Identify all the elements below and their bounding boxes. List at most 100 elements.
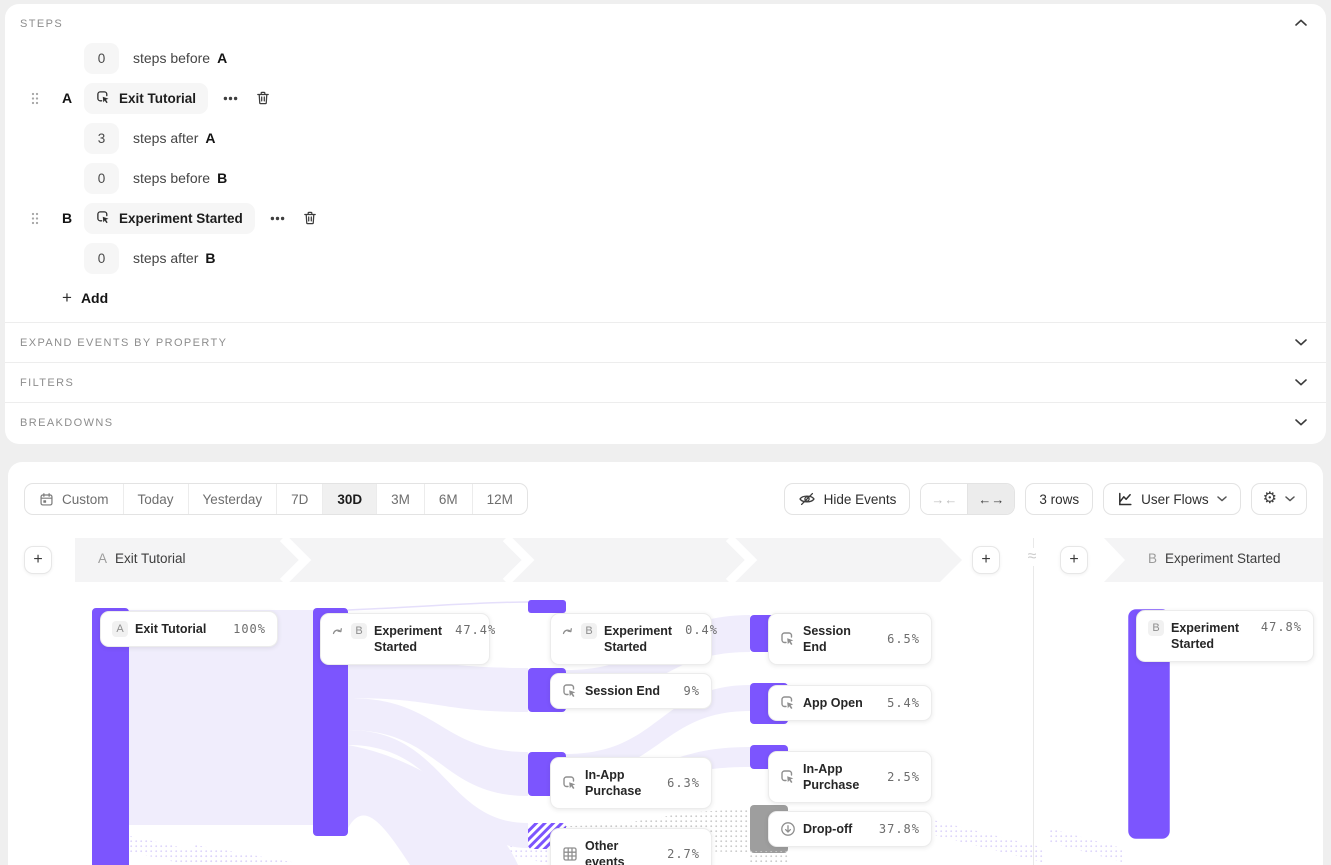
drag-handle-icon[interactable] bbox=[31, 92, 39, 105]
steps-before-b-count-input[interactable] bbox=[84, 163, 119, 194]
range-label: 12M bbox=[487, 492, 513, 507]
step-a-more-options-icon[interactable] bbox=[223, 96, 238, 101]
node-card-in-app-purchase-25[interactable]: In-App Purchase 2.5% bbox=[768, 751, 932, 803]
steps-before-a-count-input[interactable] bbox=[84, 43, 119, 74]
collapse-columns-button[interactable]: →← bbox=[921, 484, 967, 514]
steps-after-a-count-input[interactable] bbox=[84, 123, 119, 154]
node-label: Other events bbox=[585, 838, 654, 865]
node-card-experiment-started-47[interactable]: B Experiment Started 47.4% bbox=[320, 613, 490, 665]
steps-after-a-label: steps after bbox=[133, 130, 198, 146]
range-6m[interactable]: 6M bbox=[424, 484, 472, 514]
event-click-icon bbox=[780, 695, 796, 711]
step-a-event-pill[interactable]: Exit Tutorial bbox=[84, 83, 208, 114]
node-card-other-events[interactable]: Other events 2.7% bbox=[550, 828, 712, 865]
node-card-session-end-65[interactable]: Session End 6.5% bbox=[768, 613, 932, 665]
range-30d-selected[interactable]: 30D bbox=[322, 484, 376, 514]
steps-after-b-row: steps after B bbox=[5, 238, 1326, 278]
add-step-button[interactable]: + Add bbox=[5, 278, 1326, 318]
step-b-more-options-icon[interactable] bbox=[270, 216, 285, 221]
faded-flow-stream bbox=[925, 818, 1045, 863]
range-label: Custom bbox=[62, 492, 109, 507]
gear-icon: ⚙ bbox=[1263, 491, 1277, 507]
node-percent: 100% bbox=[227, 622, 266, 636]
event-click-icon bbox=[96, 210, 111, 225]
node-percent: 47.4% bbox=[449, 623, 496, 637]
step-letter-badge: B bbox=[581, 623, 597, 639]
expand-columns-button[interactable]: ←→ bbox=[967, 484, 1014, 514]
section-breakdowns[interactable]: BREAKDOWNS bbox=[5, 402, 1326, 442]
add-column-middle-left-button[interactable]: + bbox=[972, 546, 1000, 574]
section-label: EXPAND EVENTS BY PROPERTY bbox=[20, 337, 227, 349]
node-card-experiment-started-478[interactable]: B Experiment Started 47.8% bbox=[1136, 610, 1314, 662]
range-12m[interactable]: 12M bbox=[472, 484, 527, 514]
step-b-row: B Experiment Started bbox=[5, 198, 1326, 238]
range-custom[interactable]: Custom bbox=[25, 484, 123, 514]
chart-toolbar-right: Hide Events →← ←→ 3 rows User Flows ⚙ bbox=[784, 483, 1307, 515]
step-b-delete-icon[interactable] bbox=[302, 210, 318, 226]
step-letter-badge: B bbox=[351, 623, 367, 639]
steps-before-a-row: steps before A bbox=[5, 38, 1326, 78]
settings-dropdown[interactable]: ⚙ bbox=[1251, 483, 1307, 515]
steps-panel-title: STEPS bbox=[20, 18, 63, 30]
section-filters[interactable]: FILTERS bbox=[5, 362, 1326, 402]
event-click-icon bbox=[562, 775, 578, 791]
repeat-arrow-icon bbox=[562, 622, 574, 636]
range-today[interactable]: Today bbox=[123, 484, 188, 514]
node-card-in-app-purchase-63[interactable]: In-App Purchase 6.3% bbox=[550, 757, 712, 809]
steps-after-a-ref: A bbox=[205, 130, 215, 146]
node-card-session-end-9[interactable]: Session End 9% bbox=[550, 673, 712, 709]
chevron-down-icon bbox=[1217, 496, 1227, 502]
faded-flow-stream bbox=[195, 845, 360, 865]
step-b-event-pill[interactable]: Experiment Started bbox=[84, 203, 255, 234]
node-percent: 47.8% bbox=[1255, 620, 1302, 634]
step-letter: B bbox=[1148, 551, 1157, 566]
step-letter: A bbox=[98, 551, 107, 566]
step-b-banner-label: B Experiment Started bbox=[1148, 551, 1281, 566]
node-label: In-App Purchase bbox=[803, 761, 874, 793]
hide-events-button[interactable]: Hide Events bbox=[784, 483, 911, 515]
node-card-experiment-started-04[interactable]: B Experiment Started 0.4% bbox=[550, 613, 712, 665]
hide-events-label: Hide Events bbox=[824, 492, 897, 507]
drag-handle-icon[interactable] bbox=[31, 212, 39, 225]
node-card-exit-tutorial[interactable]: A Exit Tutorial 100% bbox=[100, 611, 278, 647]
event-click-icon bbox=[96, 90, 111, 105]
step-a-banner bbox=[72, 538, 964, 582]
view-selector-dropdown[interactable]: User Flows bbox=[1103, 483, 1241, 515]
add-column-left-button[interactable]: + bbox=[24, 546, 52, 574]
grid-icon bbox=[562, 846, 578, 862]
node-label: Experiment Started bbox=[1171, 620, 1248, 652]
node-card-drop-off[interactable]: Drop-off 37.8% bbox=[768, 811, 932, 847]
rows-count-button[interactable]: 3 rows bbox=[1025, 483, 1093, 515]
range-7d[interactable]: 7D bbox=[276, 484, 322, 514]
node-percent: 0.4% bbox=[679, 623, 718, 637]
range-3m[interactable]: 3M bbox=[376, 484, 424, 514]
range-yesterday[interactable]: Yesterday bbox=[188, 484, 277, 514]
step-a-row: A Exit Tutorial bbox=[5, 78, 1326, 118]
step-event-name: Exit Tutorial bbox=[115, 551, 186, 566]
chevron-down-icon bbox=[1295, 379, 1307, 386]
view-selector-label: User Flows bbox=[1141, 492, 1209, 507]
node-label: In-App Purchase bbox=[585, 767, 654, 799]
collapsed-sections: EXPAND EVENTS BY PROPERTY FILTERS BREAKD… bbox=[5, 322, 1326, 442]
step-a-delete-icon[interactable] bbox=[255, 90, 271, 106]
plus-icon: + bbox=[62, 288, 72, 308]
eye-off-icon bbox=[798, 490, 816, 508]
line-chart-icon bbox=[1117, 491, 1133, 507]
node-percent: 9% bbox=[678, 684, 700, 698]
range-label: Yesterday bbox=[203, 492, 263, 507]
add-column-middle-right-button[interactable]: + bbox=[1060, 546, 1088, 574]
node-bar-experiment-started-04[interactable] bbox=[528, 600, 566, 613]
node-card-app-open[interactable]: App Open 5.4% bbox=[768, 685, 932, 721]
step-a-banner-label: A Exit Tutorial bbox=[98, 551, 186, 566]
node-percent: 6.5% bbox=[881, 632, 920, 646]
section-label: BREAKDOWNS bbox=[20, 417, 113, 429]
steps-collapse-chevron-icon[interactable] bbox=[1295, 19, 1307, 26]
section-expand-events-by-property[interactable]: EXPAND EVENTS BY PROPERTY bbox=[5, 322, 1326, 362]
steps-after-b-count-input[interactable] bbox=[84, 243, 119, 274]
node-percent: 2.5% bbox=[881, 770, 920, 784]
steps-before-b-label: steps before bbox=[133, 170, 210, 186]
flow-chart-panel: Custom Today Yesterday 7D 30D 3M 6M 12M … bbox=[8, 462, 1323, 865]
step-a-letter: A bbox=[62, 90, 73, 106]
step-letter-badge: A bbox=[112, 621, 128, 637]
approx-symbol: ≈ bbox=[1020, 548, 1044, 566]
